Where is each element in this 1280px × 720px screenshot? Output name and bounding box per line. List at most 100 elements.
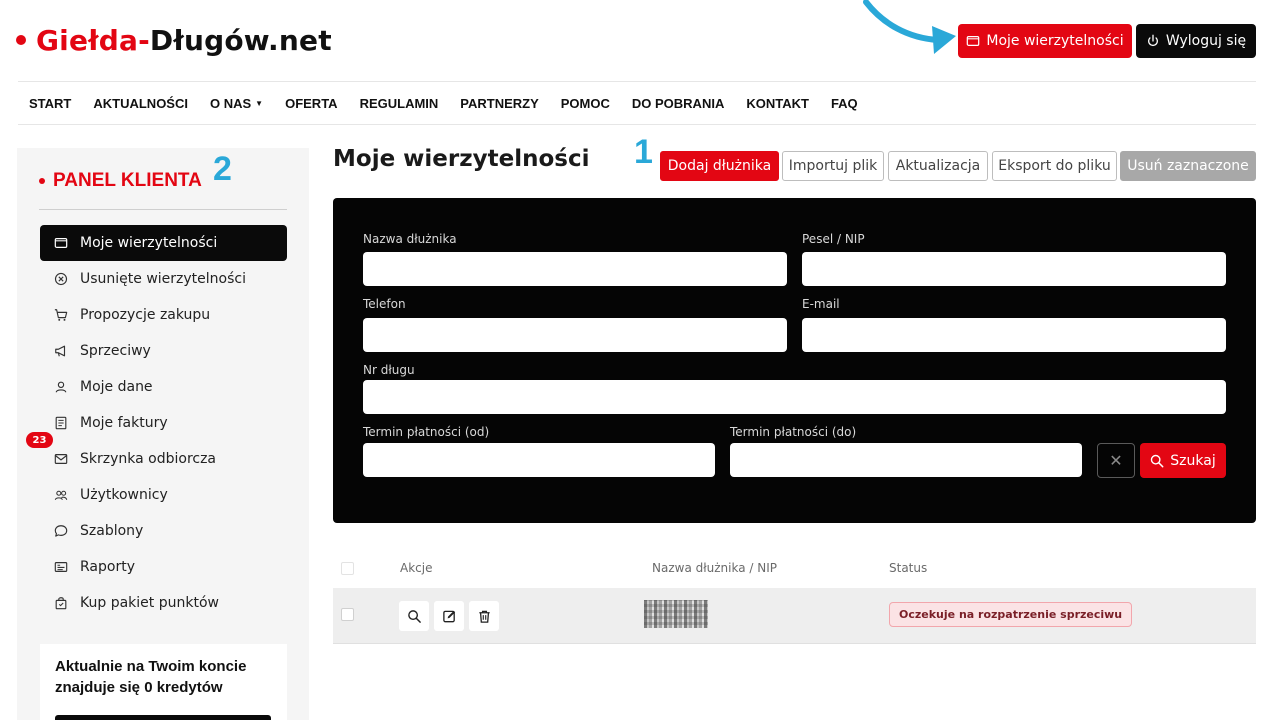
sidebar-item-label: Szablony [80, 523, 144, 539]
sidebar-item-users[interactable]: Użytkownicy [40, 477, 287, 513]
view-button[interactable] [399, 601, 429, 631]
nav-downloads[interactable]: DO POBRANIA [632, 96, 724, 111]
table-header: Akcje Nazwa dłużnika / NIP Status [333, 550, 1256, 588]
search-button-label: Szukaj [1170, 452, 1216, 469]
due-date-from-input[interactable] [363, 443, 715, 477]
search-button[interactable]: Szukaj [1140, 443, 1226, 478]
bag-icon [55, 597, 67, 610]
sidebar-item-label: Użytkownicy [80, 487, 168, 503]
debtor-name-label: Nazwa dłużnika [363, 232, 457, 246]
chat-icon [54, 525, 68, 537]
phone-input[interactable] [363, 318, 787, 352]
search-icon [1151, 454, 1164, 467]
user-icon [55, 381, 67, 393]
sidebar-item-deleted-claims[interactable]: Usunięte wierzytelności [40, 261, 287, 297]
nav-help[interactable]: POMOC [561, 96, 610, 111]
annotation-arrow-icon [863, 0, 956, 54]
sidebar-item-my-claims[interactable]: Moje wierzytelności [40, 225, 287, 261]
row-checkbox[interactable] [341, 608, 354, 621]
debt-number-input[interactable] [363, 380, 1226, 414]
redacted-debtor-name [644, 600, 708, 628]
header-debtor-name-nip: Nazwa dłużnika / NIP [652, 561, 777, 575]
caret-down-icon: ▼ [255, 98, 264, 108]
header-actions: Akcje [400, 561, 433, 575]
close-icon: ✕ [1109, 451, 1123, 470]
status-badge: Oczekuje na rozpatrzenie sprzeciwu [889, 602, 1133, 627]
sidebar-item-label: Skrzynka odbiorcza [80, 451, 217, 467]
nav-about[interactable]: O NAS ▼ [210, 96, 263, 111]
megaphone-icon [55, 345, 66, 357]
logo-dot [16, 35, 26, 45]
search-icon [407, 609, 421, 623]
nav-faq[interactable]: FAQ [831, 96, 858, 111]
update-button[interactable]: Aktualizacja [888, 151, 988, 181]
nav-terms[interactable]: REGULAMIN [360, 96, 439, 111]
sidebar-item-label: Moje wierzytelności [80, 235, 218, 251]
sidebar-item-label: Sprzeciwy [80, 343, 151, 359]
sidebar-item-reports[interactable]: Raporty [40, 549, 287, 585]
sidebar-item-label: Moje faktury [80, 415, 168, 431]
edit-button[interactable] [434, 601, 464, 631]
sidebar-item-my-invoices[interactable]: Moje faktury [40, 405, 287, 441]
add-debtor-button[interactable]: Dodaj dłużnika [660, 151, 779, 181]
claims-table: Akcje Nazwa dłużnika / NIP Status Oczeku… [333, 550, 1256, 644]
sidebar-item-templates[interactable]: Szablony [40, 513, 287, 549]
due-date-to-input[interactable] [730, 443, 1082, 477]
nav-offer[interactable]: OFERTA [285, 96, 337, 111]
panel-title: PANEL KLIENTA [39, 170, 202, 192]
due-date-to-label: Termin płatności (do) [730, 425, 857, 439]
pesel-nip-label: Pesel / NIP [802, 232, 865, 246]
select-all-checkbox[interactable] [341, 562, 354, 575]
sidebar-item-inbox[interactable]: Skrzynka odbiorcza [40, 441, 287, 477]
table-row: Oczekuje na rozpatrzenie sprzeciwu [333, 588, 1256, 644]
panel-title-text: PANEL KLIENTA [53, 170, 202, 191]
nav-contact[interactable]: KONTAKT [746, 96, 809, 111]
client-panel-sidebar: PANEL KLIENTA 2 Moje wierzytelności Usun… [17, 148, 309, 720]
export-file-button[interactable]: Eksport do pliku [992, 151, 1117, 181]
panel-title-dot [39, 178, 45, 184]
x-circle-icon [54, 272, 68, 286]
report-icon [54, 562, 68, 572]
folder-icon [967, 36, 980, 46]
credits-info-box: Aktualnie na Twoim koncie znajduje się 0… [40, 644, 287, 720]
invoice-icon [55, 416, 67, 430]
debt-number-label: Nr długu [363, 363, 415, 377]
logo-part2: Długów.net [149, 23, 332, 57]
folder-icon [54, 238, 68, 248]
email-input[interactable] [802, 318, 1226, 352]
import-file-button[interactable]: Importuj plik [782, 151, 884, 181]
buy-credits-button[interactable] [55, 715, 271, 720]
logo-part1: Giełda- [36, 23, 150, 57]
logout-button-label: Wyloguj się [1165, 33, 1247, 49]
clear-filters-button[interactable]: ✕ [1097, 443, 1135, 478]
delete-selected-button[interactable]: Usuń zaznaczone [1120, 151, 1256, 181]
search-filter-panel: Nazwa dłużnika Pesel / NIP Telefon E-mai… [333, 198, 1256, 523]
nav-about-label: O NAS [209, 95, 252, 111]
users-icon [54, 490, 68, 501]
header-divider [18, 81, 1256, 82]
debtor-name-input[interactable] [363, 252, 787, 286]
site-logo[interactable]: Giełda- Długów.net [16, 20, 332, 60]
edit-icon [442, 610, 455, 622]
header-status: Status [889, 561, 928, 575]
my-claims-button[interactable]: Moje wierzytelności [958, 24, 1132, 58]
nav-partners[interactable]: PARTNERZY [460, 96, 538, 111]
sidebar-item-label: Propozycje zakupu [80, 307, 211, 323]
sidebar-item-label: Kup pakiet punktów [80, 595, 219, 611]
delete-button[interactable] [469, 601, 499, 631]
sidebar-item-label: Usunięte wierzytelności [80, 271, 246, 287]
sidebar-item-label: Raporty [80, 559, 135, 575]
sidebar-item-label: Moje dane [80, 379, 153, 395]
due-date-from-label: Termin płatności (od) [363, 425, 490, 439]
logout-button[interactable]: Wyloguj się [1136, 24, 1256, 58]
nav-news[interactable]: AKTUALNOŚCI [93, 96, 188, 111]
sidebar-item-purchase-offers[interactable]: Propozycje zakupu [40, 297, 287, 333]
sidebar-item-objections[interactable]: Sprzeciwy [40, 333, 287, 369]
nav-start[interactable]: START [29, 96, 71, 111]
main-nav: START AKTUALNOŚCI O NAS ▼ OFERTA REGULAMI… [18, 88, 869, 118]
pesel-nip-input[interactable] [802, 252, 1226, 286]
phone-label: Telefon [363, 297, 406, 311]
sidebar-item-my-data[interactable]: Moje dane [40, 369, 287, 405]
sidebar-item-buy-points[interactable]: Kup pakiet punktów [40, 585, 287, 621]
panel-divider [39, 209, 287, 210]
